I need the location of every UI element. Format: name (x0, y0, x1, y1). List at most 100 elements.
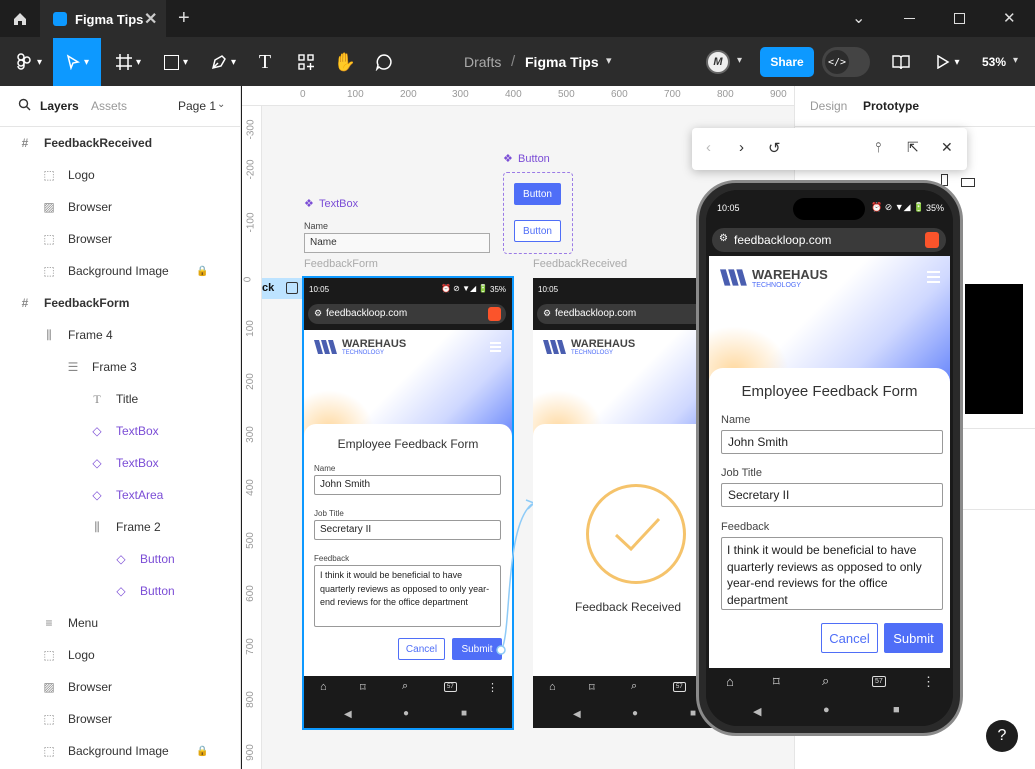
chevron-down-icon[interactable]: ▾ (1013, 55, 1018, 66)
layer-row[interactable]: ◇ Button (0, 543, 241, 575)
prototype-link-icon[interactable] (286, 282, 298, 294)
layer-row[interactable]: ◇ TextArea (0, 479, 241, 511)
name-input[interactable]: John Smith (314, 475, 501, 495)
help-button[interactable]: ? (986, 720, 1018, 752)
zoom-level[interactable]: 53% (982, 55, 1006, 69)
tab-layers[interactable]: Layers (40, 99, 79, 113)
frame-tool-icon[interactable]: ▾ (108, 38, 148, 86)
layer-row[interactable]: ⫼ Frame 4 (0, 319, 241, 351)
close-icon[interactable]: ✕ (941, 139, 953, 156)
library-icon[interactable] (886, 38, 916, 86)
bookmark-icon[interactable]: ⌑ (773, 674, 780, 690)
more-icon[interactable]: ⋮ (487, 681, 498, 694)
search-icon[interactable]: ⌕ (822, 673, 829, 689)
file-tab[interactable]: Figma Tips ✕ (40, 0, 166, 38)
name-input[interactable]: John Smith (721, 430, 943, 454)
comment-tool-icon[interactable] (369, 38, 399, 86)
bookmark-icon[interactable]: ⌑ (360, 681, 366, 694)
restart-icon[interactable]: ↺ (768, 139, 781, 157)
more-icon[interactable]: ⋮ (922, 674, 935, 690)
home-icon[interactable]: ⌂ (549, 681, 556, 693)
button-component[interactable]: ❖ Button Button Button (503, 150, 575, 256)
secondary-button[interactable]: Button (514, 220, 561, 242)
recents-nav-icon[interactable]: ■ (690, 708, 696, 719)
dev-mode-toggle[interactable]: </> (822, 47, 870, 77)
layer-row[interactable]: ⫼ Frame 2 (0, 511, 241, 543)
home-icon[interactable]: ⌂ (320, 681, 327, 693)
tab-assets[interactable]: Assets (91, 99, 127, 113)
close-tab-icon[interactable]: ✕ (144, 9, 157, 29)
close-window-icon[interactable]: ✕ (1003, 9, 1016, 27)
textbox-field[interactable]: Name (304, 233, 490, 253)
layer-row[interactable]: ⬚ Browser (0, 223, 241, 255)
avatar[interactable]: M (706, 50, 730, 74)
pen-tool-icon[interactable]: ▾ (203, 38, 243, 86)
feedback-form-frame[interactable]: 10:05 ⏰ ⊘ ▼◢ 🔋 35% ⚙ feedbackloop.com WA… (302, 276, 514, 730)
chevron-down-icon[interactable]: ⌄ (217, 99, 225, 110)
frame-label[interactable]: FeedbackReceived (533, 258, 627, 270)
present-play-icon[interactable]: ▾ (930, 38, 966, 86)
search-icon[interactable] (18, 98, 31, 116)
home-icon[interactable]: ⌂ (726, 674, 734, 689)
feedback-textarea[interactable]: I think it would be beneficial to have q… (314, 565, 501, 627)
home-nav-icon[interactable]: ● (403, 708, 409, 719)
bookmark-icon[interactable]: ⌑ (589, 681, 595, 694)
new-tab-icon[interactable]: + (178, 7, 190, 30)
home-icon[interactable] (0, 0, 40, 38)
cancel-button[interactable]: Cancel (821, 623, 878, 653)
brave-icon[interactable] (925, 232, 939, 248)
chevron-down-icon[interactable]: ▾ (737, 55, 742, 66)
chevron-down-icon[interactable]: ▾ (606, 54, 612, 67)
feedback-textarea[interactable]: I think it would be beneficial to have q… (721, 537, 943, 610)
textbox-component[interactable]: ❖ TextBox Name Name (304, 196, 494, 256)
home-nav-icon[interactable]: ● (632, 708, 638, 719)
move-tool-icon[interactable]: ▾ (53, 38, 101, 86)
tabs-icon[interactable]: 57 (872, 676, 886, 687)
layer-row[interactable]: ◇ TextBox (0, 415, 241, 447)
layer-row[interactable]: ⬚ Logo (0, 159, 241, 191)
tabs-icon[interactable]: 57 (444, 682, 457, 692)
breadcrumb-parent[interactable]: Drafts (464, 54, 501, 70)
open-external-icon[interactable]: ⇱ (907, 139, 919, 156)
text-tool-icon[interactable]: T (250, 38, 280, 86)
hamburger-menu-icon[interactable] (927, 271, 940, 283)
recents-nav-icon[interactable]: ■ (893, 704, 900, 716)
prototype-preview-phone[interactable]: 10:05 ⏰ ⊘ ▼◢ 🔋 35% ⚙ feedbackloop.com WA… (696, 180, 963, 736)
forward-arrow-icon[interactable]: › (739, 139, 744, 156)
job-title-input[interactable]: Secretary II (721, 483, 943, 507)
brave-icon[interactable] (488, 307, 501, 321)
search-icon[interactable]: ⌕ (631, 680, 637, 693)
resources-icon[interactable] (291, 38, 321, 86)
back-arrow-icon[interactable]: ‹ (706, 139, 711, 156)
job-title-input[interactable]: Secretary II (314, 520, 501, 540)
layer-row[interactable]: ◇ TextBox (0, 447, 241, 479)
layer-row[interactable]: ⬚ Logo (0, 639, 241, 671)
hand-tool-icon[interactable]: ✋ (330, 38, 360, 86)
tab-design[interactable]: Design (810, 99, 847, 113)
page-selector[interactable]: Page 1 (178, 99, 216, 113)
back-nav-icon[interactable]: ◀ (573, 709, 581, 720)
url-bar[interactable]: ⚙ feedbackloop.com (308, 304, 506, 324)
file-name[interactable]: Figma Tips (525, 54, 599, 70)
rectangle-tool-icon[interactable]: ▾ (156, 38, 196, 86)
tabs-icon[interactable]: 57 (673, 682, 686, 692)
layer-row[interactable]: # FeedbackForm (0, 287, 241, 319)
layer-row[interactable]: ⬚ Browser (0, 703, 241, 735)
lock-icon[interactable]: 🔒 (196, 266, 208, 277)
back-nav-icon[interactable]: ◀ (344, 709, 352, 720)
maximize-icon[interactable] (954, 13, 965, 24)
layer-row[interactable]: ▨ Browser (0, 671, 241, 703)
share-button[interactable]: Share (760, 47, 814, 77)
frame-label[interactable]: FeedbackForm (304, 258, 378, 270)
layer-row[interactable]: ▨ Browser (0, 191, 241, 223)
device-toggle-icon[interactable] (961, 178, 975, 187)
chevron-down-icon[interactable]: ⌄ (852, 8, 865, 28)
settings-sliders-icon[interactable]: ⫯ (875, 139, 881, 156)
layer-row[interactable]: ☰ Frame 3 (0, 351, 241, 383)
hamburger-menu-icon[interactable] (490, 342, 501, 352)
lock-icon[interactable]: 🔒 (196, 746, 208, 757)
layer-row[interactable]: # FeedbackReceived (0, 127, 241, 159)
tab-prototype[interactable]: Prototype (863, 99, 919, 113)
layer-row[interactable]: ⬚ Background Image 🔒 (0, 255, 241, 287)
url-bar[interactable]: ⚙ feedbackloop.com (712, 228, 946, 252)
